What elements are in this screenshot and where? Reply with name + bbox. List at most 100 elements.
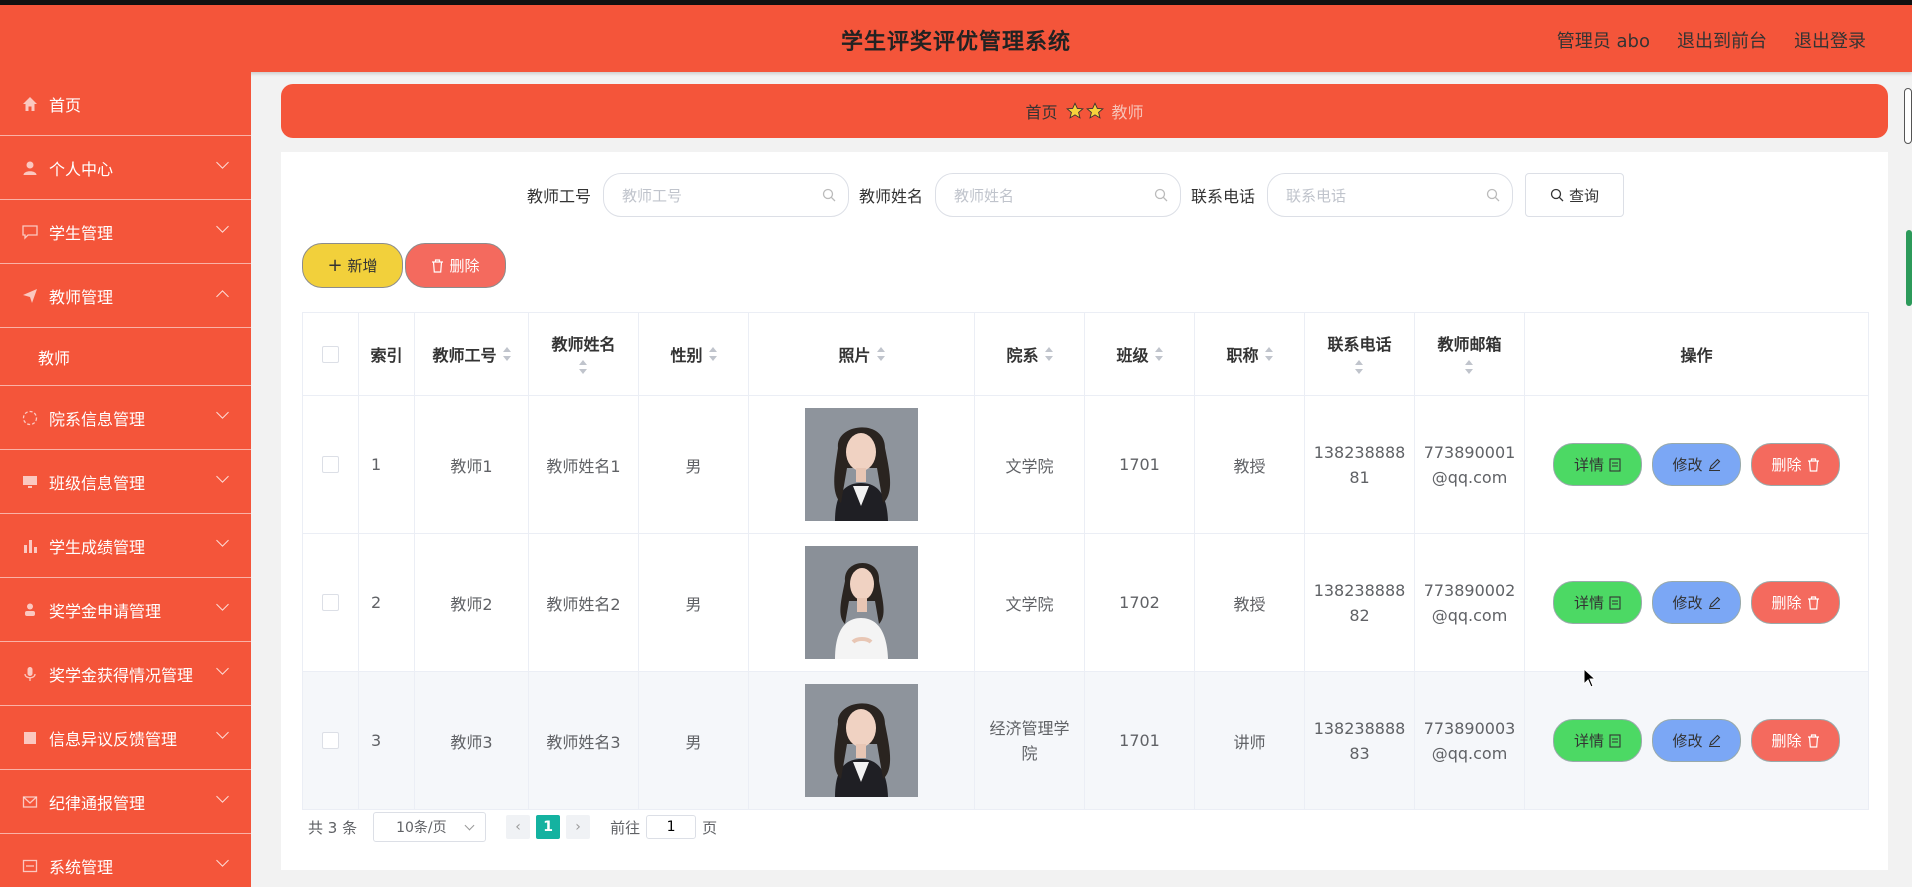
header-ops: 操作	[1525, 313, 1869, 396]
star-icons	[1065, 102, 1104, 120]
delete-label: 删除	[1771, 594, 1802, 612]
next-page-button[interactable]: ›	[566, 815, 591, 839]
sidebar-item-label: 奖学金申请管理	[49, 601, 162, 621]
row-checkbox[interactable]	[322, 732, 339, 749]
edit-button[interactable]: 修改	[1652, 443, 1741, 486]
mouse-cursor-icon	[1583, 668, 1597, 688]
header-teacher-no[interactable]: 教师工号	[415, 313, 529, 396]
sidebar-item-label: 纪律通报管理	[49, 793, 146, 813]
row-checkbox[interactable]	[322, 594, 339, 611]
page-size-value: 10条/页	[396, 820, 447, 836]
edit-button[interactable]: 修改	[1652, 581, 1741, 624]
pencil-icon	[1708, 458, 1720, 471]
sidebar-item-scholarship-apply[interactable]: 奖学金申请管理	[0, 578, 251, 642]
document-icon	[1609, 595, 1621, 610]
header-phone[interactable]: 联系电话	[1305, 313, 1415, 396]
logout-link[interactable]: 退出登录	[1794, 27, 1866, 53]
page-number-current[interactable]: 1	[536, 815, 561, 839]
phone-input[interactable]	[1268, 174, 1479, 218]
chevron-down-icon	[216, 790, 229, 803]
doc-icon	[21, 729, 39, 747]
admin-label[interactable]: 管理员 abo	[1557, 27, 1650, 53]
prev-page-button[interactable]: ‹	[506, 815, 531, 839]
header-teacher-no-label: 教师工号	[432, 346, 497, 365]
query-button[interactable]: 查询	[1525, 173, 1625, 217]
edit-label: 修改	[1672, 732, 1703, 750]
batch-delete-button[interactable]: 删除	[405, 243, 506, 288]
sidebar-item-label: 院系信息管理	[49, 409, 146, 429]
header-photo-label: 照片	[838, 346, 871, 365]
cell-ops: 详情 修改 删除	[1525, 534, 1869, 672]
header-gender[interactable]: 性别	[639, 313, 749, 396]
cell-title: 讲师	[1195, 672, 1305, 810]
to-front-link[interactable]: 退出到前台	[1677, 27, 1767, 53]
detail-button[interactable]: 详情	[1553, 719, 1642, 762]
sidebar-item-departments[interactable]: 院系信息管理	[0, 386, 251, 450]
delete-button[interactable]: 删除	[1751, 443, 1840, 486]
sort-icon[interactable]	[502, 347, 511, 361]
sort-icon[interactable]	[1044, 347, 1053, 361]
sidebar-item-students[interactable]: 学生管理	[0, 200, 251, 264]
sidebar-item-system[interactable]: 系统管理	[0, 834, 251, 887]
header-photo[interactable]: 照片	[749, 313, 975, 396]
header-email-label: 教师邮箱	[1437, 335, 1502, 354]
sidebar-item-scholarship-awarded[interactable]: 奖学金获得情况管理	[0, 642, 251, 706]
cell-ops: 详情 修改 删除	[1525, 396, 1869, 534]
header-department[interactable]: 院系	[975, 313, 1085, 396]
header-email[interactable]: 教师邮箱	[1415, 313, 1525, 396]
cell-phone: 138238888 82	[1305, 534, 1415, 672]
trash-icon	[432, 258, 444, 273]
sort-icon[interactable]	[579, 360, 588, 374]
sort-icon[interactable]	[1465, 360, 1474, 374]
delete-button[interactable]: 删除	[1751, 581, 1840, 624]
breadcrumb-home[interactable]: 首页	[1025, 99, 1057, 123]
delete-button[interactable]: 删除	[1751, 719, 1840, 762]
header-links: 管理员 abo 退出到前台 退出登录	[1557, 27, 1866, 53]
row-checkbox[interactable]	[322, 456, 339, 473]
sidebar-item-home[interactable]: 首页	[0, 72, 251, 136]
pencil-icon	[1708, 596, 1720, 609]
sidebar-item-classes[interactable]: 班级信息管理	[0, 450, 251, 514]
row-select-cell	[303, 396, 359, 534]
sort-icon[interactable]	[1154, 347, 1163, 361]
sidebar-item-personal[interactable]: 个人中心	[0, 136, 251, 200]
phone-label: 联系电话	[1191, 187, 1256, 206]
sort-icon[interactable]	[1264, 347, 1273, 361]
sort-icon[interactable]	[708, 347, 717, 361]
chevron-down-icon	[216, 598, 229, 611]
header-title[interactable]: 职称	[1195, 313, 1305, 396]
scrollbar-thumb[interactable]	[1906, 230, 1912, 306]
detail-button[interactable]: 详情	[1553, 443, 1642, 486]
teacher-name-input[interactable]	[936, 174, 1147, 218]
sidebar-item-feedback[interactable]: 信息异议反馈管理	[0, 706, 251, 770]
page-size-select[interactable]: 10条/页	[373, 812, 487, 842]
search-icon	[1486, 188, 1500, 202]
header-teacher-name[interactable]: 教师姓名	[529, 313, 639, 396]
side-handle[interactable]	[1904, 88, 1912, 144]
pagination: 共 3 条 10条/页 ‹ 1 › 前往 页	[308, 812, 717, 842]
cell-index: 1	[359, 396, 415, 534]
header-class[interactable]: 班级	[1085, 313, 1195, 396]
trash-icon	[1807, 457, 1819, 472]
detail-label: 详情	[1573, 456, 1604, 474]
add-button[interactable]: + 新增	[302, 243, 403, 288]
sidebar-item-discipline[interactable]: 纪律通报管理	[0, 770, 251, 834]
sidebar-item-grades[interactable]: 学生成绩管理	[0, 514, 251, 578]
table-row: 2 教师2 教师姓名2 男 文学院 1702 教授 138238888 82 77…	[303, 534, 1869, 672]
select-all-checkbox[interactable]	[322, 345, 339, 363]
goto-page-input[interactable]	[646, 815, 697, 839]
edit-button[interactable]: 修改	[1652, 719, 1741, 762]
header-index: 索引	[359, 313, 415, 396]
detail-button[interactable]: 详情	[1553, 581, 1642, 624]
sort-icon[interactable]	[1355, 360, 1364, 374]
cell-department: 文学院	[975, 396, 1085, 534]
teacher-no-label: 教师工号	[527, 187, 592, 206]
sort-icon[interactable]	[876, 347, 885, 361]
header-ops-label: 操作	[1680, 346, 1713, 365]
cell-phone: 138238888 83	[1305, 672, 1415, 810]
sidebar-item-teachers[interactable]: 教师管理	[0, 264, 251, 328]
pencil-icon	[1708, 734, 1720, 747]
sidebar-subitem-teacher[interactable]: 教师	[0, 328, 251, 386]
teacher-no-input[interactable]	[604, 174, 815, 218]
sidebar-item-label: 教师	[38, 348, 71, 368]
